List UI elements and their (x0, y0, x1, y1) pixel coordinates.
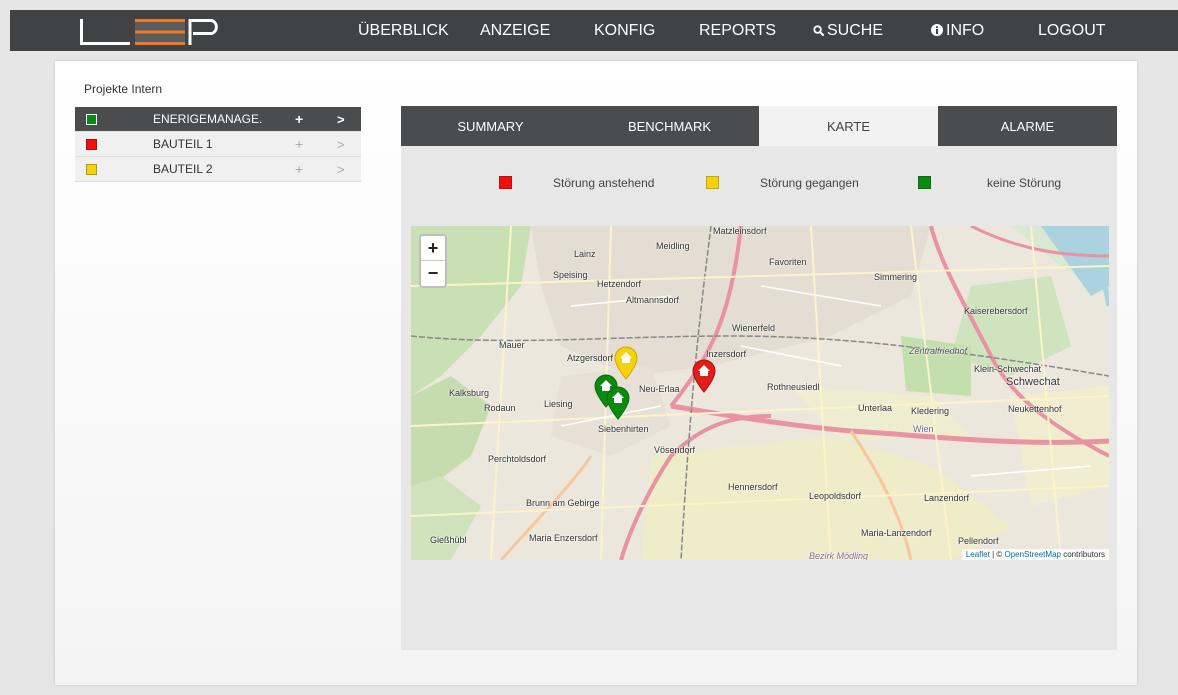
openstreetmap-link[interactable]: OpenStreetMap (1004, 550, 1060, 559)
nav-suche[interactable]: SUCHE (813, 10, 883, 51)
map-label: Simmering (874, 272, 918, 282)
zoom-out-button[interactable]: − (421, 261, 445, 286)
map-label: Neu-Erlaa (639, 384, 680, 394)
map-label: Meidling (656, 241, 690, 251)
nav-info[interactable]: INFO (931, 10, 984, 51)
map-label: Bezirk Mödling (809, 551, 869, 560)
map-label: Schwechat (1006, 376, 1060, 388)
add-button[interactable]: + (295, 157, 303, 182)
legend-swatch-red (499, 176, 512, 189)
legend-swatch-green (918, 176, 931, 189)
map-label: Unterlaa (858, 403, 893, 413)
map-label: Maria Enzersdorf (529, 533, 598, 543)
open-button[interactable]: > (337, 132, 345, 157)
info-icon (931, 24, 943, 36)
map-marker-red[interactable] (691, 359, 717, 393)
map-label: Vösendorf (654, 445, 696, 455)
open-button[interactable]: > (337, 107, 345, 132)
map-label: Leopoldsdorf (809, 491, 862, 501)
map-label: Lanzendorf (924, 493, 970, 503)
map-marker-green[interactable] (605, 386, 631, 420)
map-label: Inzersdorf (706, 349, 747, 359)
map-label: Neukettenhof (1008, 404, 1062, 414)
legend-label: keine Störung (987, 176, 1062, 190)
map-tiles (411, 226, 1109, 560)
tree-item-label: ENERIGEMANAGE... (153, 112, 263, 126)
map-label: Kaiserebersdorf (964, 306, 1028, 316)
status-square (86, 164, 97, 175)
map-label: Pellendorf (958, 536, 999, 546)
nav-logout[interactable]: LOGOUT (1038, 10, 1106, 51)
map-label: Wien (913, 424, 934, 434)
map-label: Gießhübl (430, 535, 467, 545)
map-label: Speising (553, 270, 588, 280)
tree-item-label: BAUTEIL 2 (153, 162, 213, 176)
open-button[interactable]: > (337, 157, 345, 182)
tab-karte[interactable]: KARTE (759, 106, 938, 146)
status-legend: Störung anstehend Störung gegangen keine… (401, 176, 1117, 192)
map-label: Rothneusiedl (767, 382, 820, 392)
map-attribution: Leaflet | © OpenStreetMap contributors (961, 549, 1109, 560)
map-label: Atzgersdorf (567, 353, 614, 363)
search-icon (813, 25, 824, 36)
zoom-in-button[interactable]: + (421, 236, 445, 261)
tab-alarme[interactable]: ALARME (938, 106, 1117, 146)
map-label: Wienerfeld (732, 323, 776, 333)
add-button[interactable]: + (295, 107, 303, 132)
map-label: Kledering (911, 406, 950, 416)
add-button[interactable]: + (295, 132, 303, 157)
status-square (86, 114, 97, 125)
map-label: Kalksburg (449, 388, 490, 398)
map-label: Zentralfriedhof (909, 346, 968, 356)
nav-anzeige[interactable]: ANZEIGE (480, 10, 550, 51)
map-label: Matzleinsdorf (713, 226, 767, 236)
nav-konfig[interactable]: KONFIG (594, 10, 655, 51)
content-panel: SUMMARY BENCHMARK KARTE ALARME Störung a… (401, 106, 1117, 650)
nav-reports[interactable]: REPORTS (699, 10, 776, 51)
legend-label: Störung gegangen (760, 176, 859, 190)
map-label: Mauer (499, 340, 525, 350)
status-square (86, 139, 97, 150)
lep-logo[interactable] (80, 19, 230, 45)
tree-item-energiemanagement[interactable]: ENERIGEMANAGE... + > (75, 107, 361, 132)
tree-item-bauteil-2[interactable]: BAUTEIL 2 + > (75, 157, 361, 182)
map-label: Siebenhirten (598, 424, 649, 434)
map-label: Brunn am Gebirge (526, 498, 600, 508)
legend-label: Störung anstehend (553, 176, 655, 190)
map-label: Altmannsdorf (626, 295, 680, 305)
map-label: Favoriten (769, 257, 807, 267)
top-navigation-bar: ÜBERBLICK ANZEIGE KONFIG REPORTS SUCHE I… (10, 10, 1178, 51)
map-label: Rodaun (484, 403, 516, 413)
map-label: Hennersdorf (728, 482, 778, 492)
project-tree: ENERIGEMANAGE... + > BAUTEIL 1 + > BAUTE… (75, 107, 361, 182)
map-label: Klein-Schwechat (974, 364, 1042, 374)
tab-summary[interactable]: SUMMARY (401, 106, 580, 146)
leaflet-link[interactable]: Leaflet (966, 550, 990, 559)
legend-swatch-yellow (706, 176, 719, 189)
map-label: Hetzendorf (597, 279, 642, 289)
zoom-control: + − (419, 234, 447, 288)
project-title: Projekte Intern (84, 82, 163, 96)
map-label: Perchtoldsdorf (488, 454, 547, 464)
main-card: Projekte Intern ENERIGEMANAGE... + > BAU… (55, 61, 1137, 685)
tree-item-label: BAUTEIL 1 (153, 137, 213, 151)
tab-bar: SUMMARY BENCHMARK KARTE ALARME (401, 106, 1117, 146)
tree-item-bauteil-1[interactable]: BAUTEIL 1 + > (75, 132, 361, 157)
map-view[interactable]: Matzleinsdorf Lainz Meidling Favoriten S… (411, 226, 1109, 560)
map-label: Liesing (544, 399, 573, 409)
tab-benchmark[interactable]: BENCHMARK (580, 106, 759, 146)
map-label: Lainz (574, 249, 596, 259)
nav-ueberblick[interactable]: ÜBERBLICK (358, 10, 449, 51)
map-label: Maria-Lanzendorf (861, 528, 932, 538)
